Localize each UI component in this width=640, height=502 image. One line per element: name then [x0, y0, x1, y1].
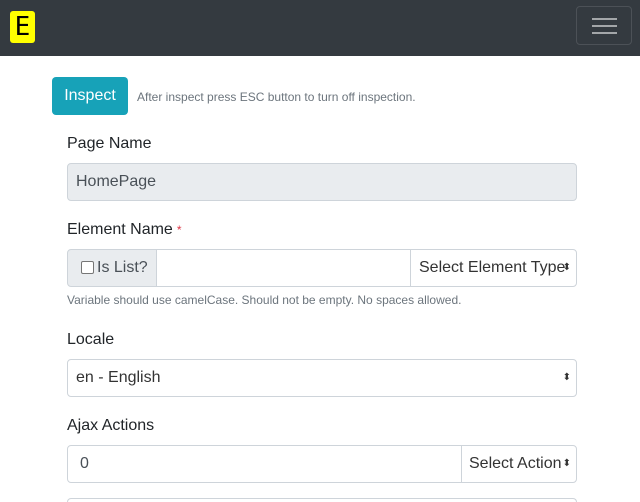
element-type-select-value: Select Element Type — [419, 259, 566, 276]
element-type-select[interactable]: Select Element Type ⬍ — [410, 249, 577, 287]
hamburger-icon-line — [592, 32, 617, 34]
ajax-actions-input[interactable]: 0 — [67, 445, 462, 483]
navbar: E — [0, 0, 640, 56]
next-field-partial — [67, 498, 577, 502]
page-name-input[interactable]: HomePage — [67, 163, 577, 201]
ajax-action-select-value: Select Action — [469, 455, 562, 472]
locale-select-value: en - English — [76, 369, 161, 386]
locale-label: Locale — [67, 331, 115, 348]
hamburger-icon-line — [592, 25, 617, 27]
element-name-input[interactable] — [156, 249, 411, 287]
is-list-checkbox[interactable] — [81, 261, 94, 274]
logo[interactable]: E — [10, 11, 35, 43]
navbar-toggler-button[interactable] — [576, 6, 632, 45]
ajax-action-select[interactable]: Select Action ⬍ — [461, 445, 577, 483]
ajax-actions-label: Ajax Actions — [67, 417, 155, 434]
inspect-hint: After inspect press ESC button to turn o… — [137, 90, 416, 104]
select-arrows-icon: ⬍ — [562, 262, 571, 273]
element-name-help: Variable should use camelCase. Should no… — [67, 293, 462, 307]
is-list-checkbox-group[interactable]: Is List? — [67, 249, 157, 287]
select-arrows-icon: ⬍ — [562, 372, 571, 383]
page-name-label: Page Name — [67, 135, 152, 152]
inspect-button[interactable]: Inspect — [52, 77, 128, 115]
select-arrows-icon: ⬍ — [562, 458, 571, 469]
required-marker: * — [176, 223, 182, 237]
hamburger-icon — [592, 18, 617, 20]
locale-select[interactable]: en - English ⬍ — [67, 359, 577, 397]
element-name-label: Element Name * — [67, 221, 182, 239]
element-name-label-text: Element Name — [67, 221, 173, 238]
is-list-label: Is List? — [97, 259, 148, 276]
